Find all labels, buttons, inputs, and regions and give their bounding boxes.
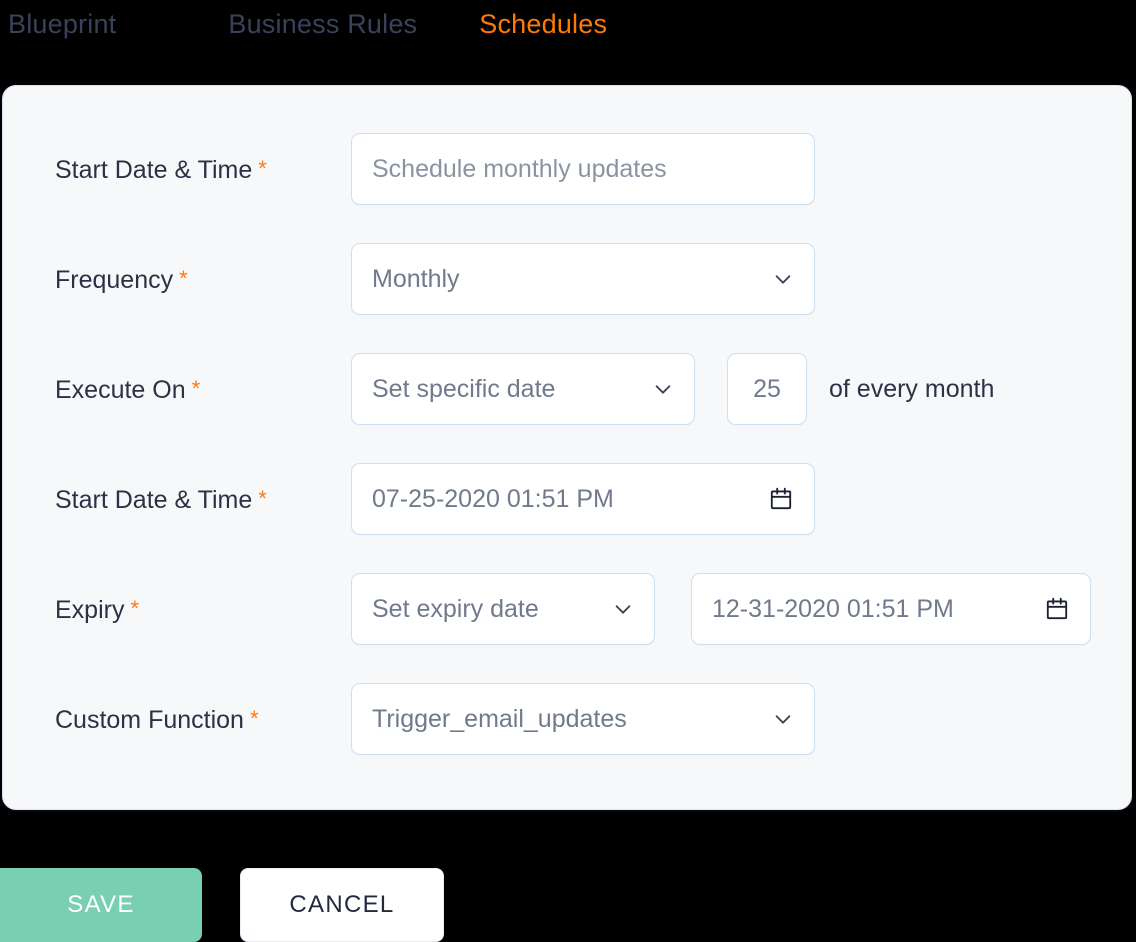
chevron-down-icon (655, 385, 671, 394)
calendar-icon[interactable] (768, 486, 794, 512)
frequency-select[interactable]: Monthly (351, 243, 815, 315)
required-asterisk: * (191, 375, 201, 401)
calendar-icon[interactable] (1044, 596, 1070, 622)
required-asterisk: * (179, 265, 188, 291)
cancel-button[interactable]: CANCEL (240, 868, 444, 942)
chevron-down-icon (615, 605, 631, 614)
form-actions: SAVE CANCEL (0, 868, 1136, 942)
label-text: Custom Function (55, 705, 244, 734)
label-start-datetime: Start Date & Time * (55, 484, 351, 515)
label-frequency: Frequency * (55, 264, 351, 295)
label-expiry: Expiry * (55, 594, 351, 625)
required-asterisk: * (258, 485, 267, 511)
form-row-schedule-name: Start Date & Time * Schedule monthly upda… (3, 114, 1131, 224)
app-screen: Blueprint Business Rules Schedules Start… (0, 0, 1136, 942)
schedule-form: Start Date & Time * Schedule monthly upda… (3, 86, 1131, 774)
form-row-expiry: Expiry * Set expiry date 12-31-2020 01:51… (3, 554, 1131, 664)
form-row-custom-function: Custom Function * Trigger_email_updates (3, 664, 1131, 774)
frequency-value: Monthly (372, 265, 460, 293)
tab-bar: Blueprint Business Rules Schedules (0, 0, 1136, 84)
execute-on-suffix-text: of every month (829, 375, 995, 403)
execute-on-value: Set specific date (372, 375, 556, 403)
label-text: Start Date & Time (55, 485, 253, 514)
day-of-month-value: 25 (753, 375, 781, 403)
expiry-mode-value: Set expiry date (372, 595, 539, 623)
expiry-datetime-value: 12-31-2020 01:51 PM (712, 595, 954, 623)
label-text: Expiry (55, 595, 125, 624)
form-row-start-datetime: Start Date & Time * 07-25-2020 01:51 PM (3, 444, 1131, 554)
chevron-down-icon (775, 275, 791, 284)
save-button[interactable]: SAVE (0, 868, 202, 942)
required-asterisk: * (258, 155, 267, 181)
expiry-datetime-input[interactable]: 12-31-2020 01:51 PM (691, 573, 1091, 645)
required-asterisk: * (130, 595, 140, 621)
label-execute-on: Execute On * (55, 374, 351, 405)
label-text: Frequency (55, 265, 174, 294)
tab-schedules[interactable]: Schedules (479, 7, 607, 41)
execute-on-select[interactable]: Set specific date (351, 353, 695, 425)
chevron-down-icon (775, 715, 791, 724)
start-datetime-input[interactable]: 07-25-2020 01:51 PM (351, 463, 815, 535)
required-asterisk: * (249, 705, 259, 731)
label-text: Start Date & Time (55, 155, 253, 184)
start-datetime-value: 07-25-2020 01:51 PM (372, 485, 614, 513)
schedule-name-value: Schedule monthly updates (372, 155, 667, 183)
form-row-execute-on: Execute On * Set specific date 25 of ever… (3, 334, 1131, 444)
schedule-form-card: Start Date & Time * Schedule monthly upda… (2, 85, 1132, 810)
label-text: Execute On (55, 375, 186, 404)
custom-function-value: Trigger_email_updates (372, 705, 627, 733)
expiry-mode-select[interactable]: Set expiry date (351, 573, 655, 645)
custom-function-select[interactable]: Trigger_email_updates (351, 683, 815, 755)
tab-blueprint[interactable]: Blueprint (8, 7, 116, 41)
label-custom-function: Custom Function * (55, 704, 351, 735)
tab-business-rules[interactable]: Business Rules (228, 7, 417, 41)
day-of-month-input[interactable]: 25 (727, 353, 807, 425)
form-row-frequency: Frequency * Monthly (3, 224, 1131, 334)
schedule-name-input[interactable]: Schedule monthly updates (351, 133, 815, 205)
label-schedule-name: Start Date & Time * (55, 154, 351, 185)
